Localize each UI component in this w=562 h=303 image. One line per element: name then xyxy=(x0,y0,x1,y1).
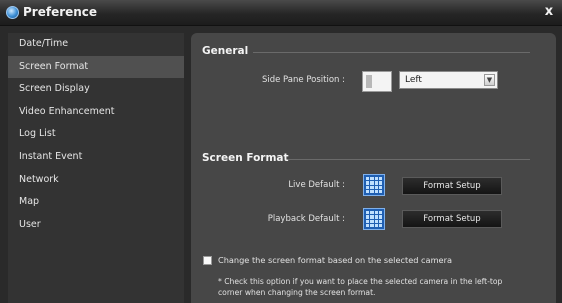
side-pane-position-select[interactable]: Left ▼ xyxy=(399,71,498,89)
sidebar-item-map[interactable]: Map xyxy=(8,191,184,214)
general-heading: General xyxy=(202,45,249,57)
sidebar-item-video-enhancement[interactable]: Video Enhancement xyxy=(8,101,184,124)
chevron-down-icon[interactable]: ▼ xyxy=(484,74,495,86)
change-format-note: * Check this option if you want to place… xyxy=(218,276,548,298)
title-bar: Preference x xyxy=(0,0,562,26)
side-pane-position-label: Side Pane Position : xyxy=(261,75,345,85)
settings-panel: General Side Pane Position : Left ▼ Scre… xyxy=(191,33,556,303)
live-format-setup-button[interactable]: Format Setup xyxy=(402,177,502,195)
sidebar-item-screen-format[interactable]: Screen Format xyxy=(8,55,184,79)
sidebar-item-date-time[interactable]: Date/Time xyxy=(8,33,184,56)
playback-default-label: Playback Default : xyxy=(267,214,345,224)
playback-grid-layout-icon xyxy=(363,208,385,230)
side-pane-position-value: Left xyxy=(405,75,422,85)
sidebar-item-network[interactable]: Network xyxy=(8,169,184,192)
sidebar-item-log-list[interactable]: Log List xyxy=(8,123,184,146)
sidebar-item-screen-display[interactable]: Screen Display xyxy=(8,78,184,101)
screen-format-heading: Screen Format xyxy=(202,152,289,164)
playback-format-setup-button[interactable]: Format Setup xyxy=(402,210,502,228)
window-title: Preference xyxy=(23,5,98,19)
general-divider xyxy=(253,52,530,53)
live-grid-layout-icon xyxy=(363,174,385,196)
change-format-checkbox[interactable] xyxy=(203,256,212,265)
change-format-note-line-2: corner when changing the screen format. xyxy=(218,288,376,297)
app-icon xyxy=(6,6,19,19)
change-format-checkbox-label: Change the screen format based on the se… xyxy=(218,255,452,265)
close-icon[interactable]: x xyxy=(542,4,556,20)
change-format-note-line-1: * Check this option if you want to place… xyxy=(218,277,503,286)
sidebar-item-user[interactable]: User xyxy=(8,214,184,237)
live-default-label: Live Default : xyxy=(288,180,345,190)
screen-format-divider xyxy=(288,159,530,160)
sidebar-item-instant-event[interactable]: Instant Event xyxy=(8,146,184,169)
side-pane-layout-icon xyxy=(362,71,392,92)
sidebar: Date/Time Screen Format Screen Display V… xyxy=(8,33,184,303)
